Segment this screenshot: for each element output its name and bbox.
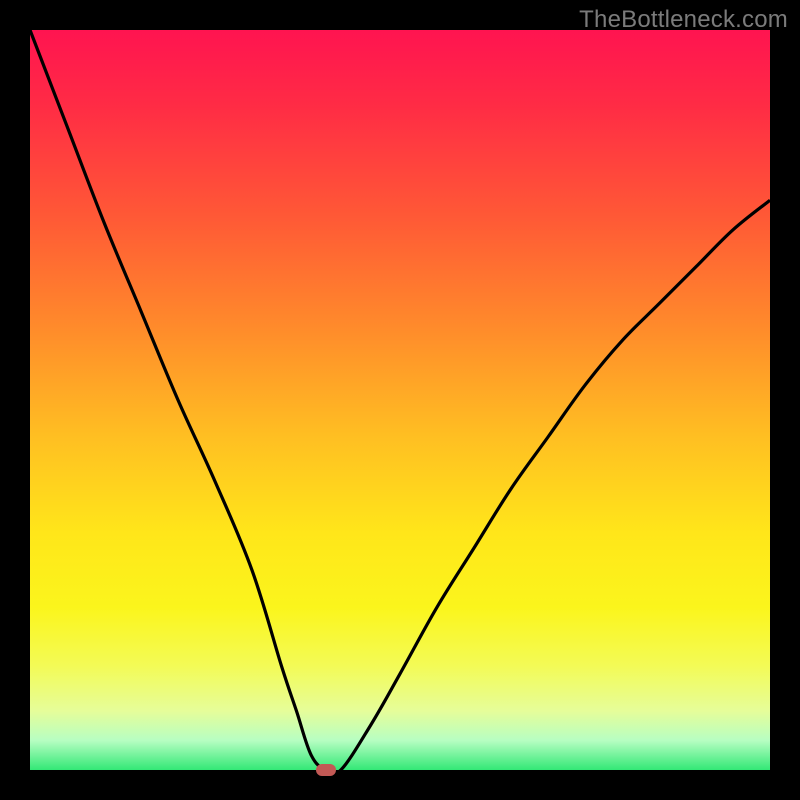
- plot-area: [30, 30, 770, 770]
- minimum-marker: [316, 764, 336, 776]
- chart-container: TheBottleneck.com: [0, 0, 800, 800]
- watermark-text: TheBottleneck.com: [579, 6, 788, 34]
- bottleneck-curve: [30, 30, 770, 770]
